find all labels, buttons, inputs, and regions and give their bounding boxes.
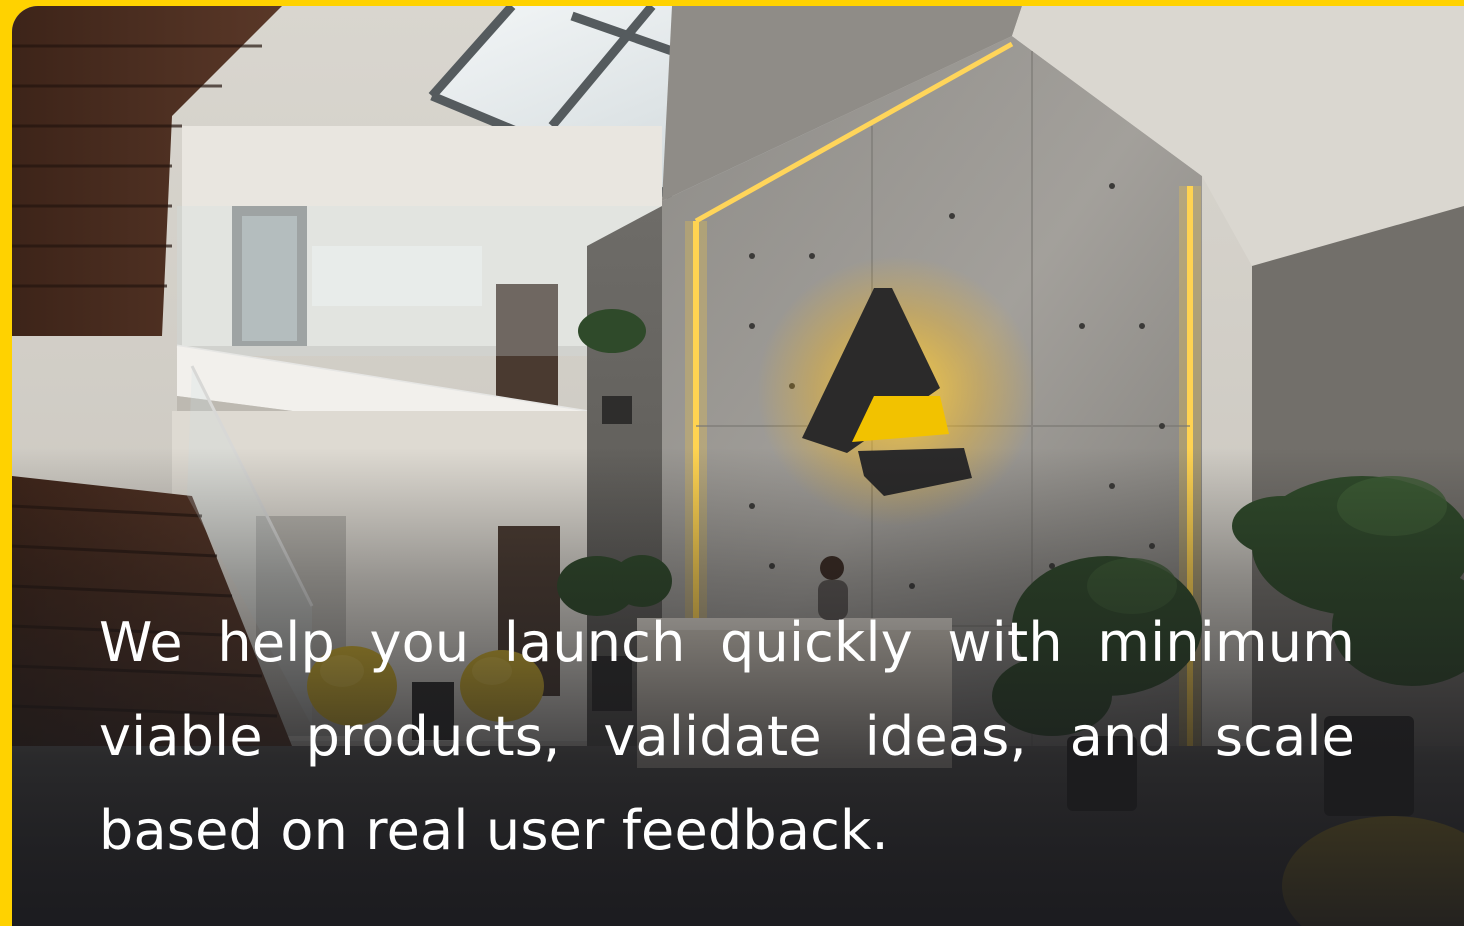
hero-caption: We help you launch quickly with minimum … bbox=[99, 611, 1355, 862]
hero-card: We help you launch quickly with minimum … bbox=[12, 6, 1464, 926]
